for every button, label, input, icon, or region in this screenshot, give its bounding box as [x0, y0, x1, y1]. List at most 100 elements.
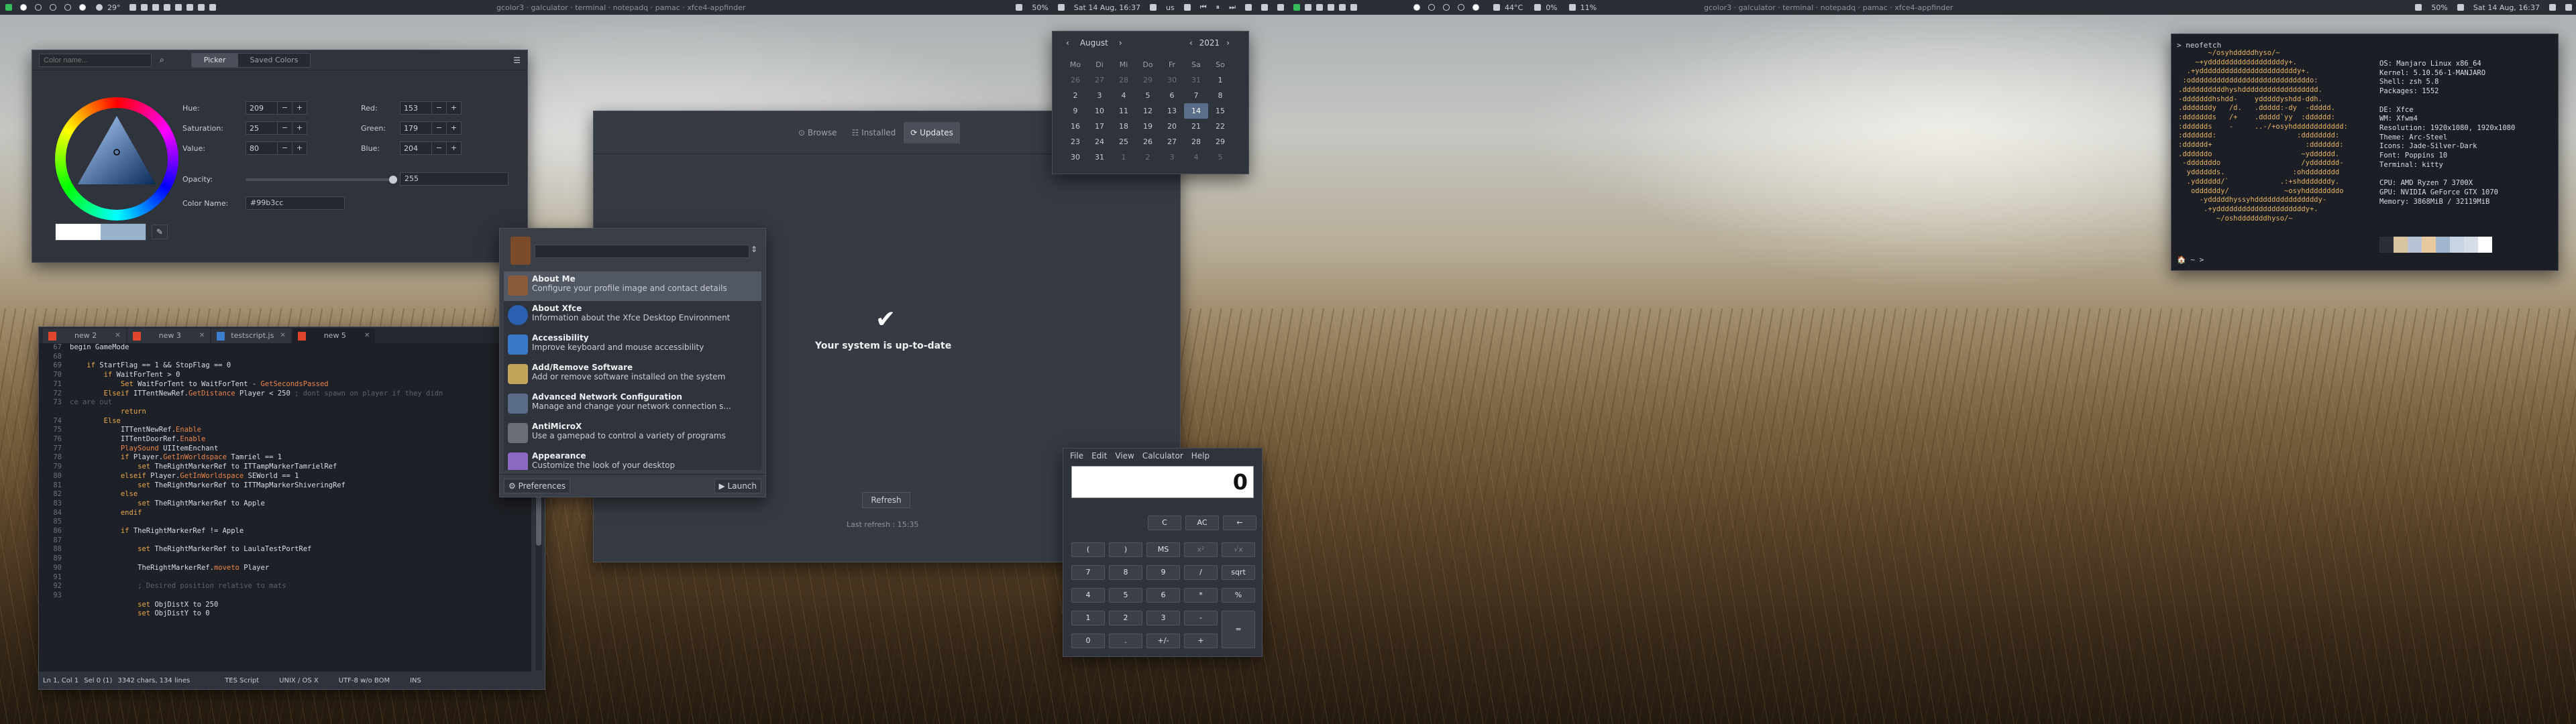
- key-percent[interactable]: %: [1222, 588, 1255, 603]
- hamburger-menu-icon[interactable]: ☰: [513, 56, 521, 65]
- day[interactable]: 3: [1160, 149, 1184, 165]
- manjaro-menu-icon[interactable]: [5, 4, 12, 11]
- hue-spinner[interactable]: 209− +: [246, 101, 307, 115]
- color-triangle[interactable]: [68, 111, 165, 207]
- day[interactable]: 19: [1136, 119, 1160, 134]
- dropdown-icon[interactable]: ⇕: [751, 245, 757, 254]
- key-open-paren[interactable]: (: [1071, 542, 1105, 557]
- tab-picker[interactable]: Picker: [191, 53, 238, 67]
- bluetooth-icon[interactable]: [1261, 4, 1268, 11]
- workspace-4[interactable]: [64, 4, 71, 11]
- network-icon[interactable]: [1245, 4, 1252, 11]
- files-launcher-icon[interactable]: [140, 4, 148, 11]
- day[interactable]: 5: [1136, 88, 1160, 103]
- refresh-button[interactable]: Refresh: [862, 492, 910, 508]
- terminal-prompt-2[interactable]: 🏠 ~ >: [2177, 255, 2204, 264]
- list-item[interactable]: About Me Configure your profile image and…: [504, 272, 761, 301]
- workspace-3[interactable]: [1443, 4, 1450, 11]
- day[interactable]: 4: [1184, 149, 1208, 165]
- day[interactable]: 4: [1112, 88, 1136, 103]
- key-ms[interactable]: MS: [1146, 542, 1180, 557]
- eol-select[interactable]: UNIX / OS X: [279, 677, 319, 684]
- day[interactable]: 6: [1160, 88, 1184, 103]
- terminal-launcher-icon[interactable]: [152, 4, 159, 11]
- clock[interactable]: Sat 14 Aug, 16:37: [1074, 3, 1140, 12]
- day[interactable]: 18: [1112, 119, 1136, 134]
- day[interactable]: 13: [1160, 103, 1184, 119]
- list-item[interactable]: Appearance Customize the look of your des…: [504, 448, 761, 470]
- key-sqrt[interactable]: sqrt: [1222, 565, 1255, 580]
- key-4[interactable]: 4: [1071, 588, 1105, 603]
- workspace-5[interactable]: [79, 4, 86, 11]
- day[interactable]: 11: [1112, 103, 1136, 119]
- media-next-icon[interactable]: ⏭: [1229, 3, 1236, 12]
- manjaro-menu-icon[interactable]: [1293, 4, 1300, 11]
- editor-tab-active[interactable]: new 5 ✕: [292, 328, 376, 343]
- day[interactable]: 27: [1160, 134, 1184, 149]
- green-spinner[interactable]: 179− +: [400, 121, 462, 135]
- day[interactable]: 28: [1184, 134, 1208, 149]
- power-icon[interactable]: [1277, 4, 1284, 11]
- day[interactable]: 16: [1063, 119, 1087, 134]
- day[interactable]: 9: [1063, 103, 1087, 119]
- key-square[interactable]: x²: [1184, 542, 1218, 557]
- key-3[interactable]: 3: [1146, 611, 1180, 625]
- day[interactable]: 3: [1087, 88, 1112, 103]
- menu-help[interactable]: Help: [1191, 451, 1210, 461]
- mail-launcher-icon[interactable]: [186, 4, 193, 11]
- window-list[interactable]: gcolor3 · galculator · terminal · notepa…: [496, 3, 745, 12]
- opacity-slider[interactable]: [246, 176, 397, 184]
- music-launcher-icon[interactable]: [197, 4, 205, 11]
- saturation-spinner[interactable]: 25− +: [246, 121, 307, 135]
- key-minus[interactable]: -: [1184, 611, 1218, 625]
- key-negate[interactable]: +/-: [1146, 634, 1180, 648]
- workspace-1[interactable]: [20, 4, 27, 11]
- day[interactable]: 8: [1208, 88, 1232, 103]
- eyedropper-search-icon[interactable]: ⌕: [160, 55, 164, 65]
- day[interactable]: 27: [1087, 72, 1112, 88]
- clock[interactable]: Sat 14 Aug, 16:37: [2473, 3, 2540, 12]
- day[interactable]: 29: [1136, 72, 1160, 88]
- media-prev-icon[interactable]: ⏮: [1200, 3, 1207, 12]
- terminal-launcher-icon[interactable]: [1328, 4, 1334, 11]
- day[interactable]: 1: [1112, 149, 1136, 165]
- tab-saved-colors[interactable]: Saved Colors: [238, 54, 311, 67]
- color-name-search-input[interactable]: [39, 53, 152, 67]
- workspace-4[interactable]: [1458, 4, 1464, 11]
- day[interactable]: 28: [1112, 72, 1136, 88]
- blue-spinner[interactable]: 204− +: [400, 141, 462, 155]
- day[interactable]: 20: [1160, 119, 1184, 134]
- day[interactable]: 2: [1063, 88, 1087, 103]
- key-6[interactable]: 6: [1146, 588, 1180, 603]
- editor-tab[interactable]: new 2 ✕: [43, 328, 126, 343]
- keyboard-layout[interactable]: us: [1166, 3, 1175, 12]
- workspace-1[interactable]: [1413, 4, 1420, 11]
- menu-edit[interactable]: Edit: [1091, 451, 1107, 461]
- list-item[interactable]: Advanced Network Configuration Manage and…: [504, 389, 761, 419]
- insert-mode[interactable]: INS: [410, 677, 421, 684]
- key-7[interactable]: 7: [1071, 565, 1105, 580]
- firefox-launcher-icon[interactable]: [129, 4, 136, 11]
- day[interactable]: 22: [1208, 119, 1232, 134]
- key-divide[interactable]: /: [1184, 565, 1218, 580]
- key-multiply[interactable]: *: [1184, 588, 1218, 603]
- color-name-value[interactable]: #99b3cc: [246, 196, 345, 210]
- backspace-button[interactable]: ←: [1223, 516, 1256, 530]
- key-9[interactable]: 9: [1146, 565, 1180, 580]
- prev-month-icon[interactable]: ‹: [1066, 38, 1069, 48]
- day[interactable]: 26: [1136, 134, 1160, 149]
- workspace-2[interactable]: [35, 4, 42, 11]
- day[interactable]: 24: [1087, 134, 1112, 149]
- music-icon[interactable]: [1183, 4, 1191, 11]
- key-equals[interactable]: =: [1222, 611, 1255, 648]
- color-wheel[interactable]: [55, 97, 178, 221]
- updates-button[interactable]: ⟳ Updates: [904, 122, 960, 143]
- day[interactable]: 10: [1087, 103, 1112, 119]
- workspace-3[interactable]: [50, 4, 56, 11]
- network-icon[interactable]: [2549, 4, 2556, 11]
- steam-launcher-icon[interactable]: [1350, 4, 1357, 11]
- day[interactable]: 7: [1184, 88, 1208, 103]
- day[interactable]: 5: [1208, 149, 1232, 165]
- day[interactable]: 30: [1160, 72, 1184, 88]
- brush-launcher-icon[interactable]: [209, 4, 216, 11]
